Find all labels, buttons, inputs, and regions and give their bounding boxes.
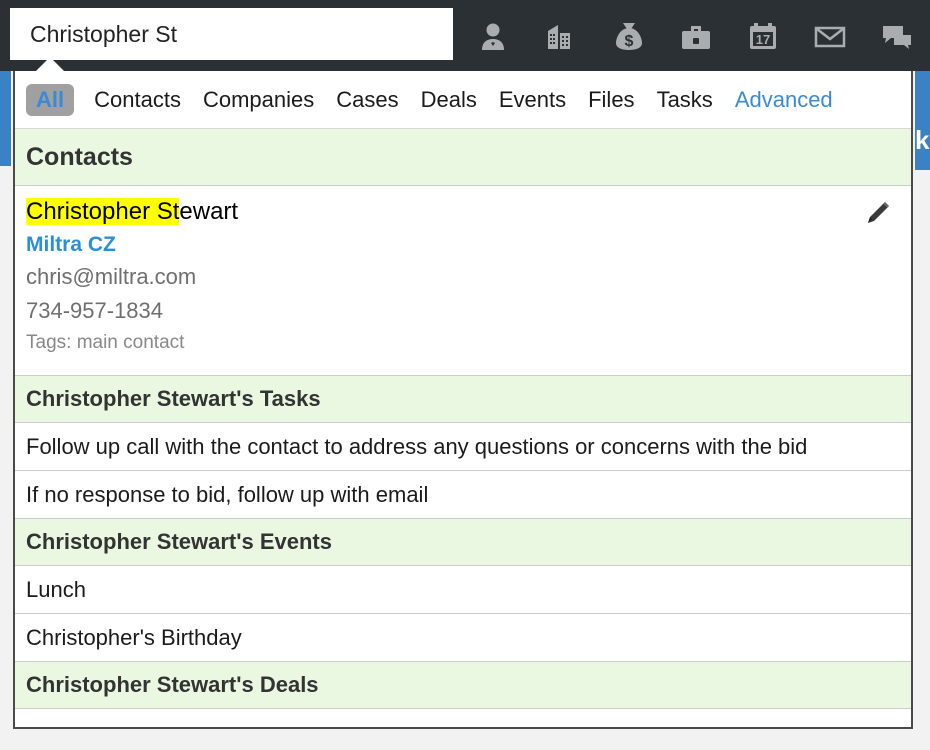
nav-icon-companies[interactable] [529,0,596,71]
tab-files[interactable]: Files [588,87,634,113]
money-bag-icon: $ [612,19,646,53]
section-header-deals: Christopher Stewart's Deals [15,662,911,709]
company-building-icon [545,19,579,53]
contact-name-match: Christopher St [26,198,180,225]
event-row[interactable]: Christopher's Birthday [15,614,911,662]
contact-email: chris@miltra.com [26,264,197,289]
background-page-left-strip [0,71,11,166]
contact-tags: Tags: main contact [26,332,185,353]
contact-company-link[interactable]: Miltra CZ [26,230,900,260]
pencil-icon[interactable] [863,198,893,228]
section-title-contacts: Contacts [26,142,133,171]
deals-list-empty [15,709,911,727]
tab-events[interactable]: Events [499,87,566,113]
tab-advanced[interactable]: Advanced [735,87,833,113]
nav-icon-contacts[interactable] [462,0,529,71]
nav-icon-events[interactable]: 17 [729,0,796,71]
event-row[interactable]: Lunch [15,566,911,614]
contact-name-remainder: ewart [179,198,239,225]
svg-text:17: 17 [756,32,770,47]
top-navigation-bar: $ [0,0,930,71]
contact-phone: 734-957-1834 [26,298,164,323]
results-filter-tabs: All Contacts Companies Cases Deals Event… [15,71,911,129]
contact-name: Christopher Stewart [26,196,900,228]
chat-bubbles-icon [880,19,914,53]
tab-companies[interactable]: Companies [203,87,314,113]
section-title-tasks: Christopher Stewart's Tasks [26,386,321,411]
section-header-events: Christopher Stewart's Events [15,519,911,566]
tab-all[interactable]: All [26,83,75,116]
envelope-icon [813,19,847,53]
task-row[interactable]: If no response to bid, follow up with em… [15,471,911,519]
crm-search-screen: ks [0,0,930,750]
contact-person-icon [478,19,512,53]
section-title-deals: Christopher Stewart's Deals [26,672,319,697]
contact-result-card[interactable]: Christopher Stewart Miltra CZ chris@milt… [15,186,911,376]
tab-contacts[interactable]: Contacts [94,87,181,113]
dropdown-caret [36,57,64,71]
quick-nav-icon-bar: $ 17 [462,0,930,71]
global-search-box[interactable] [10,8,453,60]
section-header-tasks: Christopher Stewart's Tasks [15,376,911,423]
nav-icon-messages[interactable] [863,0,930,71]
tab-cases[interactable]: Cases [336,87,398,113]
search-input[interactable] [28,19,435,49]
tab-tasks[interactable]: Tasks [657,87,713,113]
svg-text:$: $ [625,33,634,50]
briefcase-icon [679,19,713,53]
search-results-panel: All Contacts Companies Cases Deals Event… [13,71,913,729]
background-page-text-fragment: ks [915,125,930,155]
section-title-events: Christopher Stewart's Events [26,529,332,554]
section-header-contacts: Contacts [15,129,911,186]
calendar-icon: 17 [746,19,780,53]
nav-icon-email[interactable] [796,0,863,71]
task-row[interactable]: Follow up call with the contact to addre… [15,423,911,471]
nav-icon-deals[interactable]: $ [596,0,663,71]
nav-icon-cases[interactable] [663,0,730,71]
tab-deals[interactable]: Deals [421,87,477,113]
background-page-right-strip: ks [915,71,930,170]
